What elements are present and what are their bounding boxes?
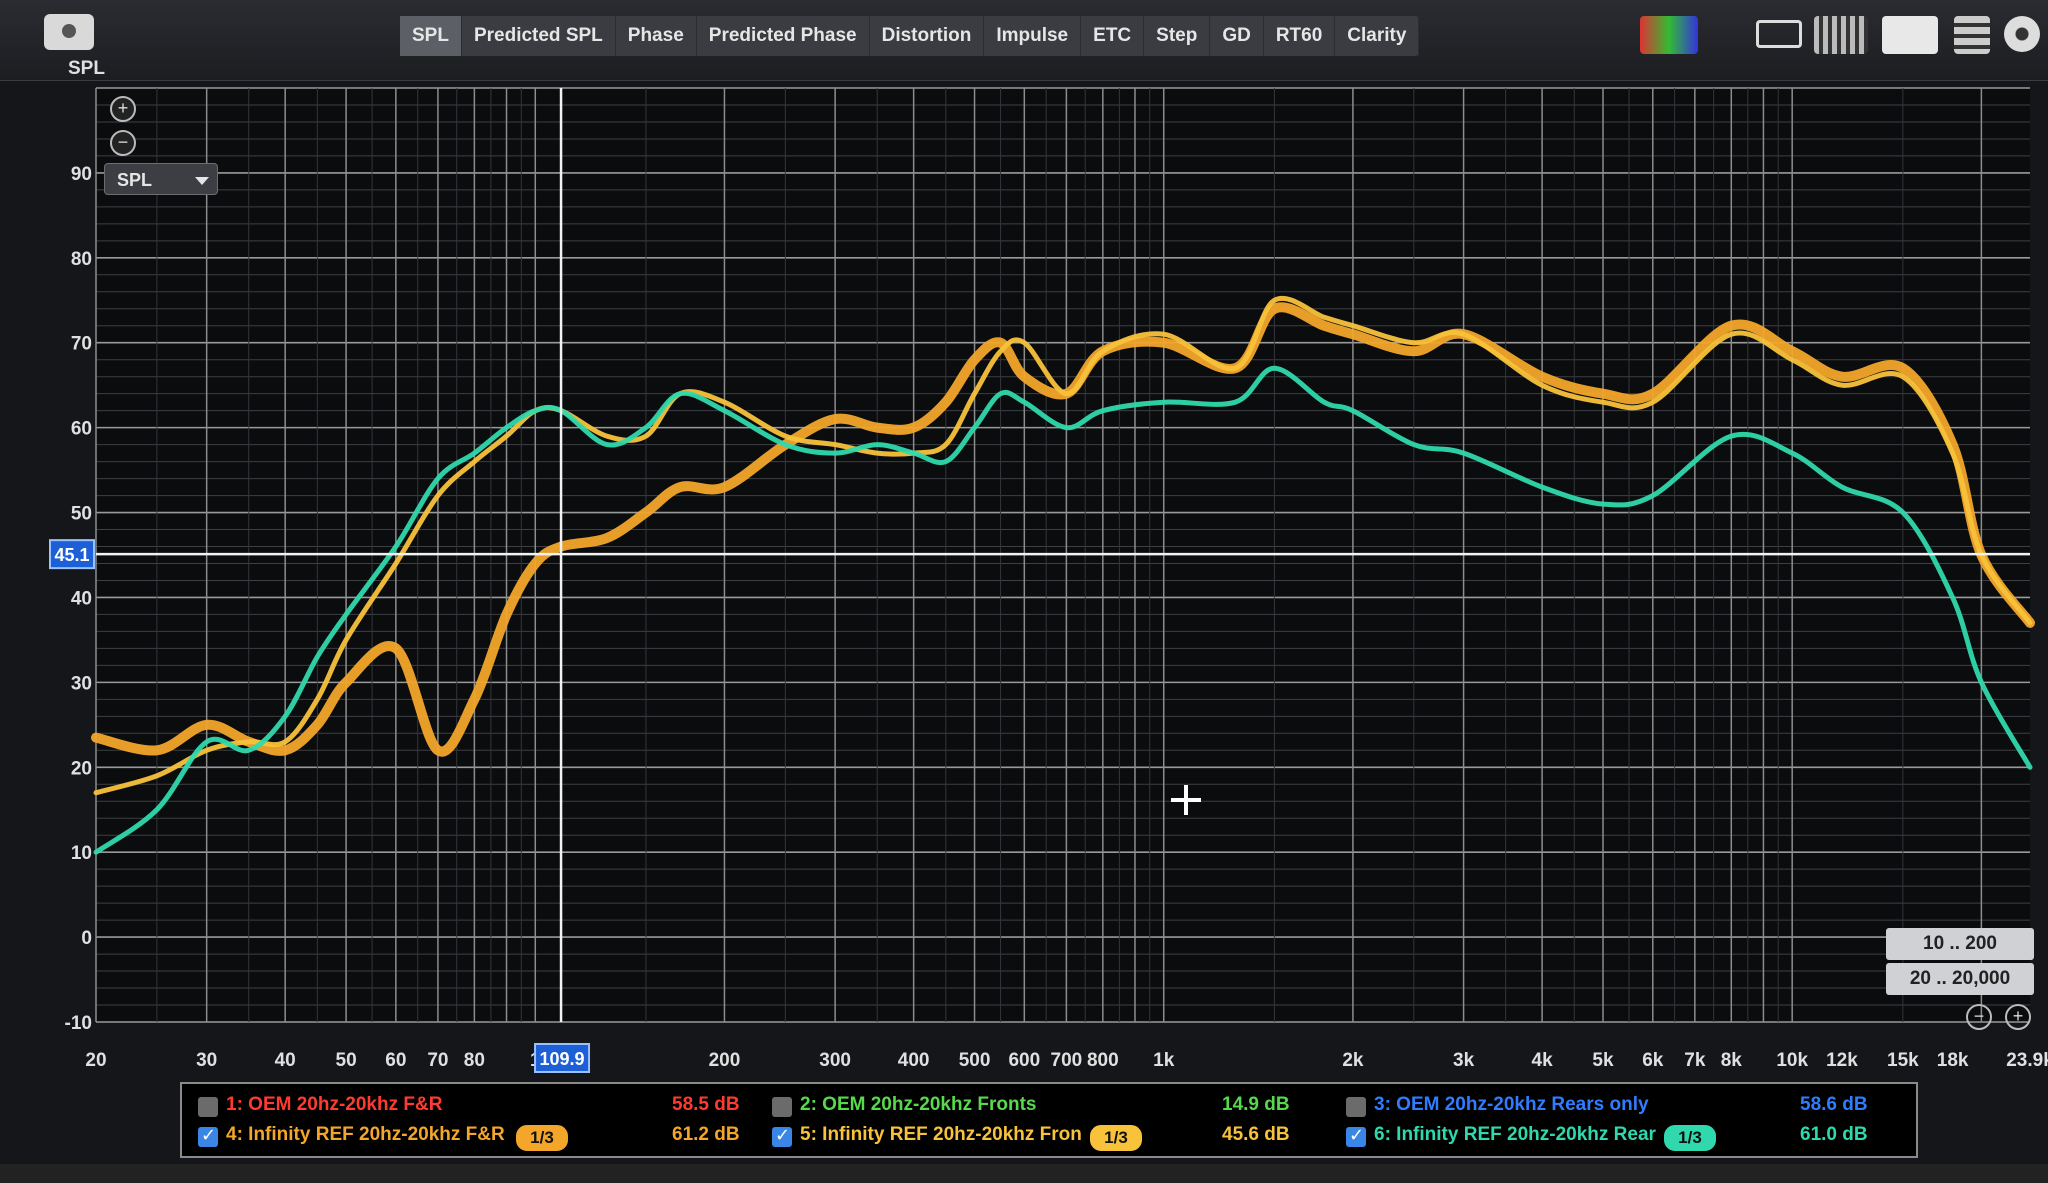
legend-checkbox-4[interactable] [198,1125,218,1147]
x-tick-label: 1k [1153,1050,1175,1071]
x-tick-label: 5k [1592,1050,1614,1071]
y-tick-label: 40 [71,588,92,609]
x-tick-label: 30 [196,1050,217,1071]
x-tick-label: 18k [1937,1050,1969,1071]
x-tick-label: 500 [959,1050,991,1071]
y-tick-label: -10 [65,1013,92,1034]
smoothing-badge-4[interactable]: 1/3 [516,1125,568,1151]
zoom-in-icon[interactable]: + [110,96,136,122]
x-tick-label: 300 [819,1050,851,1071]
x-tick-label: 8k [1721,1050,1743,1071]
zoom-out-icon[interactable]: − [110,130,136,156]
cursor-y-readout: 45.1 [54,545,89,565]
x-zoom-out-icon[interactable]: − [1966,1004,1992,1030]
x-tick-label: 12k [1826,1050,1858,1071]
legend-checkbox-3[interactable] [1346,1097,1366,1117]
x-tick-label: 23.9k [2006,1050,2048,1071]
legend-value-5: 45.6 dB [1222,1124,1290,1145]
y-tick-label: 30 [71,673,92,694]
x-tick-label: 40 [275,1050,296,1071]
legend-value-3: 58.6 dB [1800,1094,1868,1115]
measurement-type-select[interactable]: SPL [104,163,218,195]
x-tick-label: 50 [336,1050,357,1071]
y-tick-label: 0 [81,928,92,949]
x-tick-label: 15k [1887,1050,1919,1071]
legend-value-4: 61.2 dB [672,1124,740,1145]
y-tick-label: 80 [71,249,92,270]
smoothing-badge-6[interactable]: 1/3 [1664,1125,1716,1151]
range-20-20000-button[interactable]: 20 .. 20,000 [1886,963,2034,995]
x-tick-label: 200 [709,1050,741,1071]
x-tick-label: 60 [385,1050,406,1071]
range-10-200-button[interactable]: 10 .. 200 [1886,928,2034,960]
y-tick-label: 50 [71,504,92,525]
x-tick-label: 80 [464,1050,485,1071]
y-tick-label: 20 [71,758,92,779]
legend-label-2[interactable]: 2: OEM 20hz-20khz Fronts [800,1094,1037,1116]
y-tick-label: 60 [71,419,92,440]
x-tick-label: 3k [1453,1050,1475,1071]
legend-value-2: 14.9 dB [1222,1094,1290,1115]
y-tick-label: 70 [71,334,92,355]
legend-checkbox-1[interactable] [198,1097,218,1117]
x-tick-label: 800 [1087,1050,1119,1071]
x-tick-label: 700 [1051,1050,1083,1071]
legend-label-1[interactable]: 1: OEM 20hz-20khz F&R [226,1094,442,1116]
x-tick-label: 600 [1008,1050,1040,1071]
x-tick-label: 7k [1684,1050,1706,1071]
legend-value-1: 58.5 dB [672,1094,740,1115]
taskbar-strip [0,1164,2048,1183]
cursor-x-readout: 109.9 [540,1049,585,1069]
smoothing-badge-5[interactable]: 1/3 [1090,1125,1142,1151]
x-tick-label: 70 [427,1050,448,1071]
legend-checkbox-6[interactable] [1346,1125,1366,1147]
legend-label-6[interactable]: 6: Infinity REF 20hz-20khz Rear [1374,1124,1656,1146]
legend-checkbox-2[interactable] [772,1097,792,1117]
y-tick-label: 90 [71,164,92,185]
x-tick-label: 4k [1532,1050,1554,1071]
chevron-down-icon [195,177,209,185]
legend-label-4[interactable]: 4: Infinity REF 20hz-20khz F&R [226,1124,505,1146]
y-tick-label: 10 [71,843,92,864]
spl-plot[interactable]: 9080706050403020100-10203040506070801200… [0,0,2048,1183]
x-tick-label: 400 [898,1050,930,1071]
legend-checkbox-5[interactable] [772,1125,792,1147]
x-tick-label: 2k [1342,1050,1364,1071]
measurement-legend: 1: OEM 20hz-20khz F&R 58.5 dB 2: OEM 20hz-… [180,1082,1918,1158]
x-tick-label: 6k [1642,1050,1664,1071]
measurement-type-value: SPL [117,170,153,190]
x-tick-label: 20 [85,1050,106,1071]
x-tick-label: 10k [1776,1050,1808,1071]
rew-window: SPL Predicted SPL Phase Predicted Phase Dist… [0,0,2048,1183]
legend-label-3[interactable]: 3: OEM 20hz-20khz Rears only [1374,1094,1649,1116]
legend-label-5[interactable]: 5: Infinity REF 20hz-20khz Fron [800,1124,1082,1146]
x-zoom-in-icon[interactable]: + [2005,1004,2031,1030]
legend-value-6: 61.0 dB [1800,1124,1868,1145]
